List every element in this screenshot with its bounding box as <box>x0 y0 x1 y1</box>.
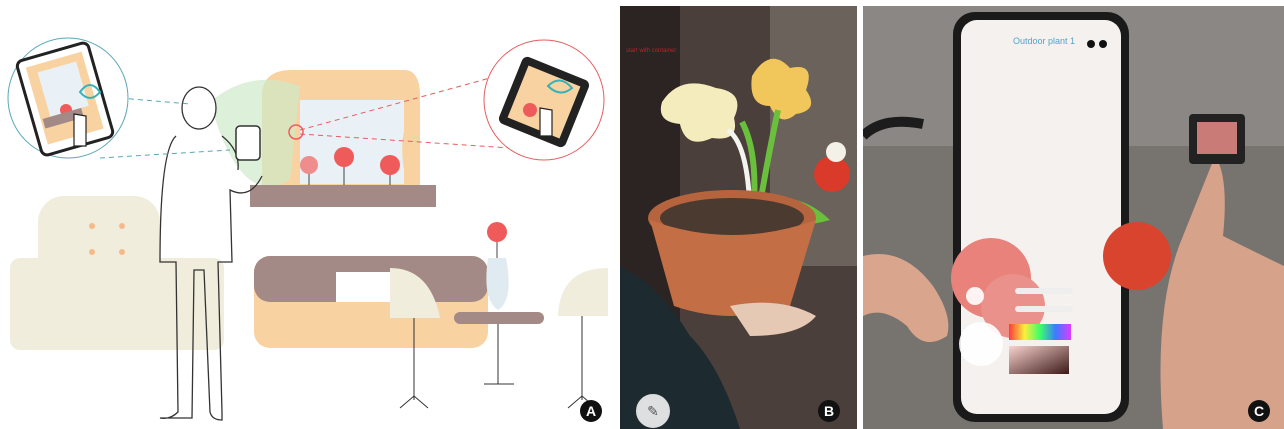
ar-status-text: start with container <box>626 48 677 54</box>
zoom-circle-display <box>483 39 605 161</box>
hand-pointer-icon <box>73 113 87 147</box>
panel-badge-a: A <box>580 400 602 422</box>
shelf <box>250 185 436 207</box>
chair-right <box>558 268 608 316</box>
palette-icon[interactable]: ✎ <box>636 394 670 428</box>
zoom-circle-phone <box>7 37 129 159</box>
phone-icon <box>235 125 261 161</box>
hand-pointer-icon <box>539 107 553 137</box>
color-picker-icon <box>1009 324 1071 340</box>
living-room-illustration <box>7 37 608 421</box>
vase <box>486 258 509 310</box>
screen-caption: Outdoor plant 1 <box>1013 36 1076 46</box>
ar-plant-scene <box>620 6 857 429</box>
panel-badge-c: C <box>1248 400 1270 422</box>
panel-c-phone-wearable: Outdoor plant 1 C <box>863 6 1284 429</box>
side-table <box>454 312 544 324</box>
sofa <box>10 196 224 350</box>
panel-a-illustration: A <box>0 0 612 429</box>
cabinet <box>254 256 488 348</box>
phone-wearable-scene <box>863 6 1284 429</box>
panel-badge-b: B <box>818 400 840 422</box>
panel-b-ar-plant: start with container ✎ B <box>620 6 857 429</box>
